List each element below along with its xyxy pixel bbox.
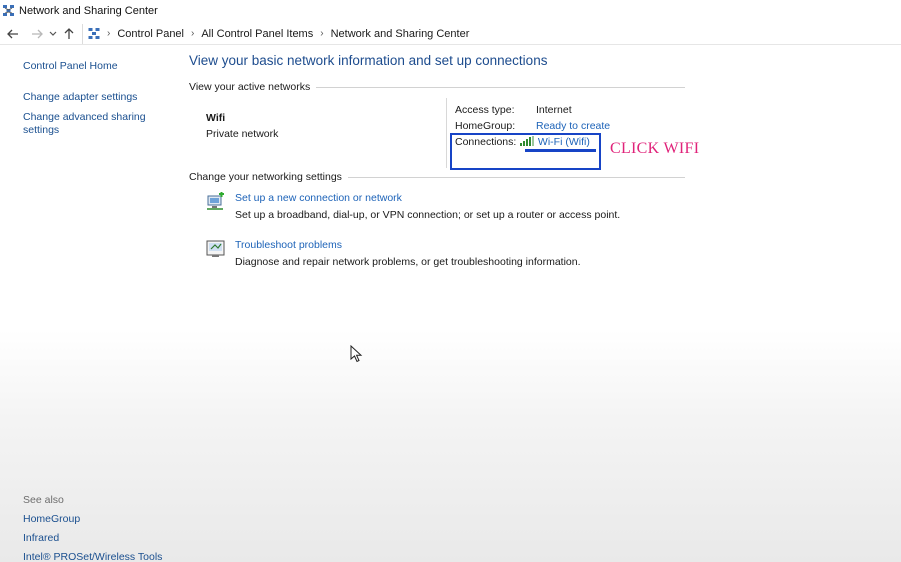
- arrow-right-icon: [32, 29, 43, 38]
- window-title: Network and Sharing Center: [19, 4, 158, 17]
- annotation-click-wifi: CLICK WIFI: [610, 140, 700, 157]
- network-name: Wifi: [206, 112, 226, 124]
- title-bar: Network and Sharing Center: [0, 0, 901, 21]
- see-also-infrared[interactable]: Infrared: [23, 532, 193, 545]
- setup-connection-link[interactable]: Set up a new connection or network: [235, 192, 402, 204]
- troubleshoot-description: Diagnose and repair network problems, or…: [235, 256, 581, 268]
- up-button[interactable]: [60, 24, 78, 44]
- active-networks-label: View your active networks: [189, 81, 311, 93]
- forward-button[interactable]: [28, 24, 46, 44]
- mouse-cursor-icon: [350, 345, 363, 363]
- troubleshoot-link[interactable]: Troubleshoot problems: [235, 239, 342, 251]
- network-type: Private network: [206, 128, 279, 140]
- breadcrumb-separator: ›: [320, 28, 324, 39]
- network-divider: [446, 98, 447, 168]
- breadcrumb-all-items[interactable]: All Control Panel Items: [201, 28, 313, 40]
- address-field[interactable]: › Control Panel › All Control Panel Item…: [82, 23, 901, 44]
- main-content: View your basic network information and …: [189, 52, 689, 69]
- homegroup-label: HomeGroup:: [455, 120, 516, 132]
- section-divider: [347, 176, 685, 178]
- see-also-homegroup[interactable]: HomeGroup: [23, 513, 193, 526]
- sidebar-item-adapter-settings[interactable]: Change adapter settings: [23, 91, 173, 104]
- back-button[interactable]: [4, 24, 22, 44]
- address-bar: › Control Panel › All Control Panel Item…: [0, 23, 901, 45]
- control-panel-icon: [88, 28, 100, 39]
- network-center-icon: [3, 5, 14, 16]
- active-networks-header: View your active networks: [189, 81, 685, 93]
- see-also-intel-proset[interactable]: Intel® PROSet/Wireless Tools: [23, 551, 193, 562]
- sidebar-item-advanced-sharing[interactable]: Change advanced sharing settings: [23, 111, 148, 137]
- sidebar: Control Panel Home Change adapter settin…: [23, 60, 173, 137]
- setup-connection-description: Set up a broadband, dial-up, or VPN conn…: [235, 209, 621, 221]
- homegroup-link[interactable]: Ready to create: [536, 120, 610, 132]
- breadcrumb-control-panel[interactable]: Control Panel: [117, 28, 184, 40]
- network-setup-icon: [207, 192, 224, 210]
- section-divider: [316, 86, 685, 88]
- networking-settings-header: Change your networking settings: [189, 171, 685, 183]
- recent-locations-button[interactable]: [46, 24, 60, 44]
- see-also-header: See also: [23, 494, 64, 506]
- sidebar-item-control-panel-home[interactable]: Control Panel Home: [23, 60, 173, 73]
- breadcrumb-separator: ›: [191, 28, 195, 39]
- arrow-left-icon: [7, 29, 18, 38]
- networking-settings-label: Change your networking settings: [189, 171, 342, 183]
- troubleshoot-icon: [206, 240, 225, 257]
- access-type-label: Access type:: [455, 104, 515, 116]
- breadcrumb-network-sharing[interactable]: Network and Sharing Center: [331, 28, 470, 40]
- see-also-section: See also HomeGroup Infrared Intel® PROSe…: [23, 494, 193, 562]
- arrow-up-icon: [64, 27, 74, 39]
- chevron-down-icon: [49, 31, 57, 36]
- access-type-value: Internet: [536, 104, 572, 116]
- page-title: View your basic network information and …: [189, 53, 548, 68]
- annotation-underline: [525, 149, 596, 152]
- breadcrumb-separator: ›: [107, 28, 111, 39]
